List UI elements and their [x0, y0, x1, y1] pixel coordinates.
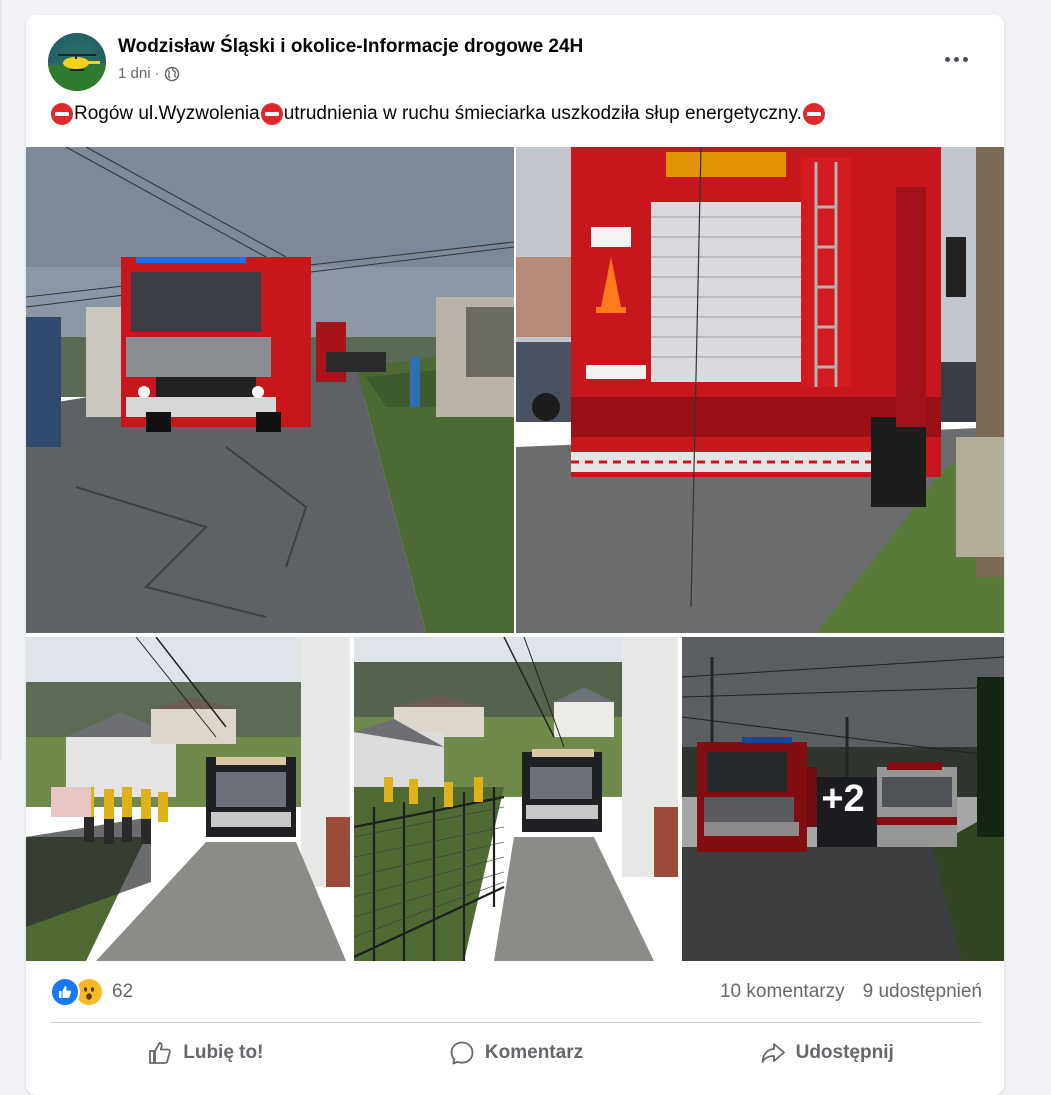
- no-entry-emoji-icon: [260, 103, 283, 125]
- shares-count-link[interactable]: 9 udostępnień: [863, 981, 982, 1003]
- post-text: Rogów ul.Wyzwolenia utrudnienia w ruchu …: [50, 103, 826, 125]
- no-entry-emoji-icon: [51, 103, 73, 125]
- post-actions: Lubię to! Komentarz Udostępnij: [50, 1033, 982, 1073]
- comment-button[interactable]: Komentarz: [361, 1033, 672, 1073]
- share-arrow-icon: [761, 1043, 785, 1063]
- post-time[interactable]: 1 dni: [118, 65, 151, 82]
- comments-count-link[interactable]: 10 komentarzy: [720, 981, 845, 1003]
- comment-button-label: Komentarz: [484, 1042, 584, 1063]
- more-photos-overlay[interactable]: +2: [682, 637, 1004, 961]
- post-text-part-2: utrudnienia w ruchu śmieciarka uszkodził…: [283, 103, 802, 124]
- background-right: [1004, 0, 1051, 1080]
- background-left-edge: [0, 0, 2, 760]
- comment-bubble-icon: [450, 1041, 474, 1065]
- post-card: Wodzisław Śląski i okolice-Informacje dr…: [26, 15, 1004, 1095]
- dot-icon: [953, 56, 959, 62]
- meta-separator: ·: [154, 65, 160, 82]
- post-photo-4[interactable]: [354, 637, 678, 961]
- reaction-count: 62: [112, 981, 134, 1002]
- thumbs-up-icon: [149, 1042, 171, 1064]
- page-avatar[interactable]: [48, 33, 106, 91]
- page-name-link[interactable]: Wodzisław Śląski i okolice-Informacje dr…: [118, 36, 583, 58]
- dot-icon: [962, 56, 968, 62]
- globe-icon[interactable]: [164, 66, 180, 82]
- like-button[interactable]: Lubię to!: [50, 1033, 361, 1073]
- post-meta: 1 dni ·: [118, 65, 180, 82]
- like-button-label: Lubię to!: [183, 1042, 264, 1063]
- more-options-button[interactable]: [936, 47, 976, 71]
- reactions-summary[interactable]: 62: [50, 977, 133, 1007]
- more-photos-count: +2: [821, 777, 865, 820]
- post-text-part-1: Rogów ul.Wyzwolenia: [74, 103, 260, 124]
- post-photo-1[interactable]: [26, 147, 514, 633]
- no-entry-emoji-icon: [802, 103, 825, 125]
- like-reaction-icon: [50, 977, 80, 1007]
- share-button[interactable]: Udostępnij: [671, 1033, 982, 1073]
- share-button-label: Udostępnij: [795, 1042, 894, 1063]
- helicopter-logo-icon: [48, 33, 106, 91]
- post-photo-2[interactable]: [516, 147, 1004, 633]
- post-photo-3[interactable]: [26, 637, 350, 961]
- actions-divider: [50, 1022, 982, 1023]
- post-photo-5[interactable]: +2: [682, 637, 1004, 961]
- dot-icon: [944, 56, 950, 62]
- engagement-counts: 10 komentarzy 9 udostępnień: [720, 981, 982, 1003]
